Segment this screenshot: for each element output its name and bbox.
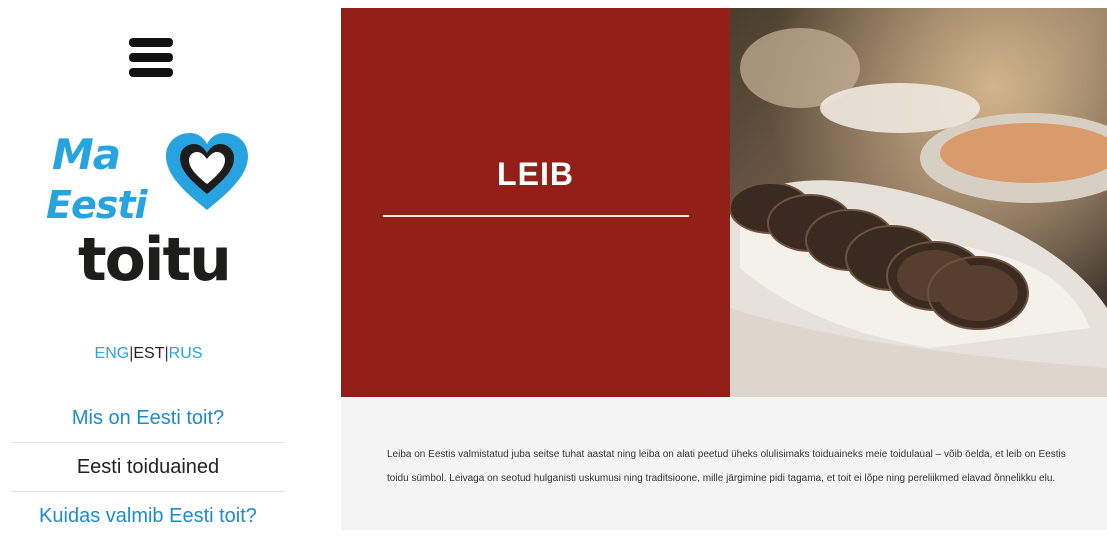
main-nav: Mis on Eesti toit? Eesti toiduained Kuid… (11, 394, 285, 540)
title-underline (383, 215, 689, 217)
heart-icon (166, 133, 248, 210)
logo-word-ma: Ma (52, 130, 121, 179)
nav-item-kuidas-valmib-eesti-toit[interactable]: Kuidas valmib Eesti toit? (11, 492, 285, 540)
lang-est-current[interactable]: EST (133, 345, 164, 362)
logo-word-toitu: toitu (78, 225, 232, 295)
article-intro: Leiba on Eestis valmistatud juba seitse … (341, 397, 1107, 530)
nav-item-mis-on-eesti-toit[interactable]: Mis on Eesti toit? (11, 394, 285, 443)
ma-eesti-toitu-logo[interactable]: Ma Eesti toitu (40, 128, 260, 308)
lang-rus-link[interactable]: RUS (169, 345, 203, 362)
article-paragraph: Leiba on Eestis valmistatud juba seitse … (387, 449, 1066, 484)
language-switcher: ENG|EST|RUS (0, 345, 297, 363)
bread-basket-photo (730, 8, 1107, 397)
page-title: LEIB (497, 156, 574, 192)
nav-item-eesti-toiduained[interactable]: Eesti toiduained (11, 443, 285, 492)
lang-eng-link[interactable]: ENG (95, 345, 130, 362)
logo-word-eesti: Eesti (46, 183, 148, 227)
sidebar: Ma Eesti toitu ENG|EST|RUS Mis on Eesti … (0, 0, 297, 530)
hamburger-menu-icon[interactable] (129, 38, 173, 78)
hero-title-panel: LEIB (341, 8, 730, 397)
